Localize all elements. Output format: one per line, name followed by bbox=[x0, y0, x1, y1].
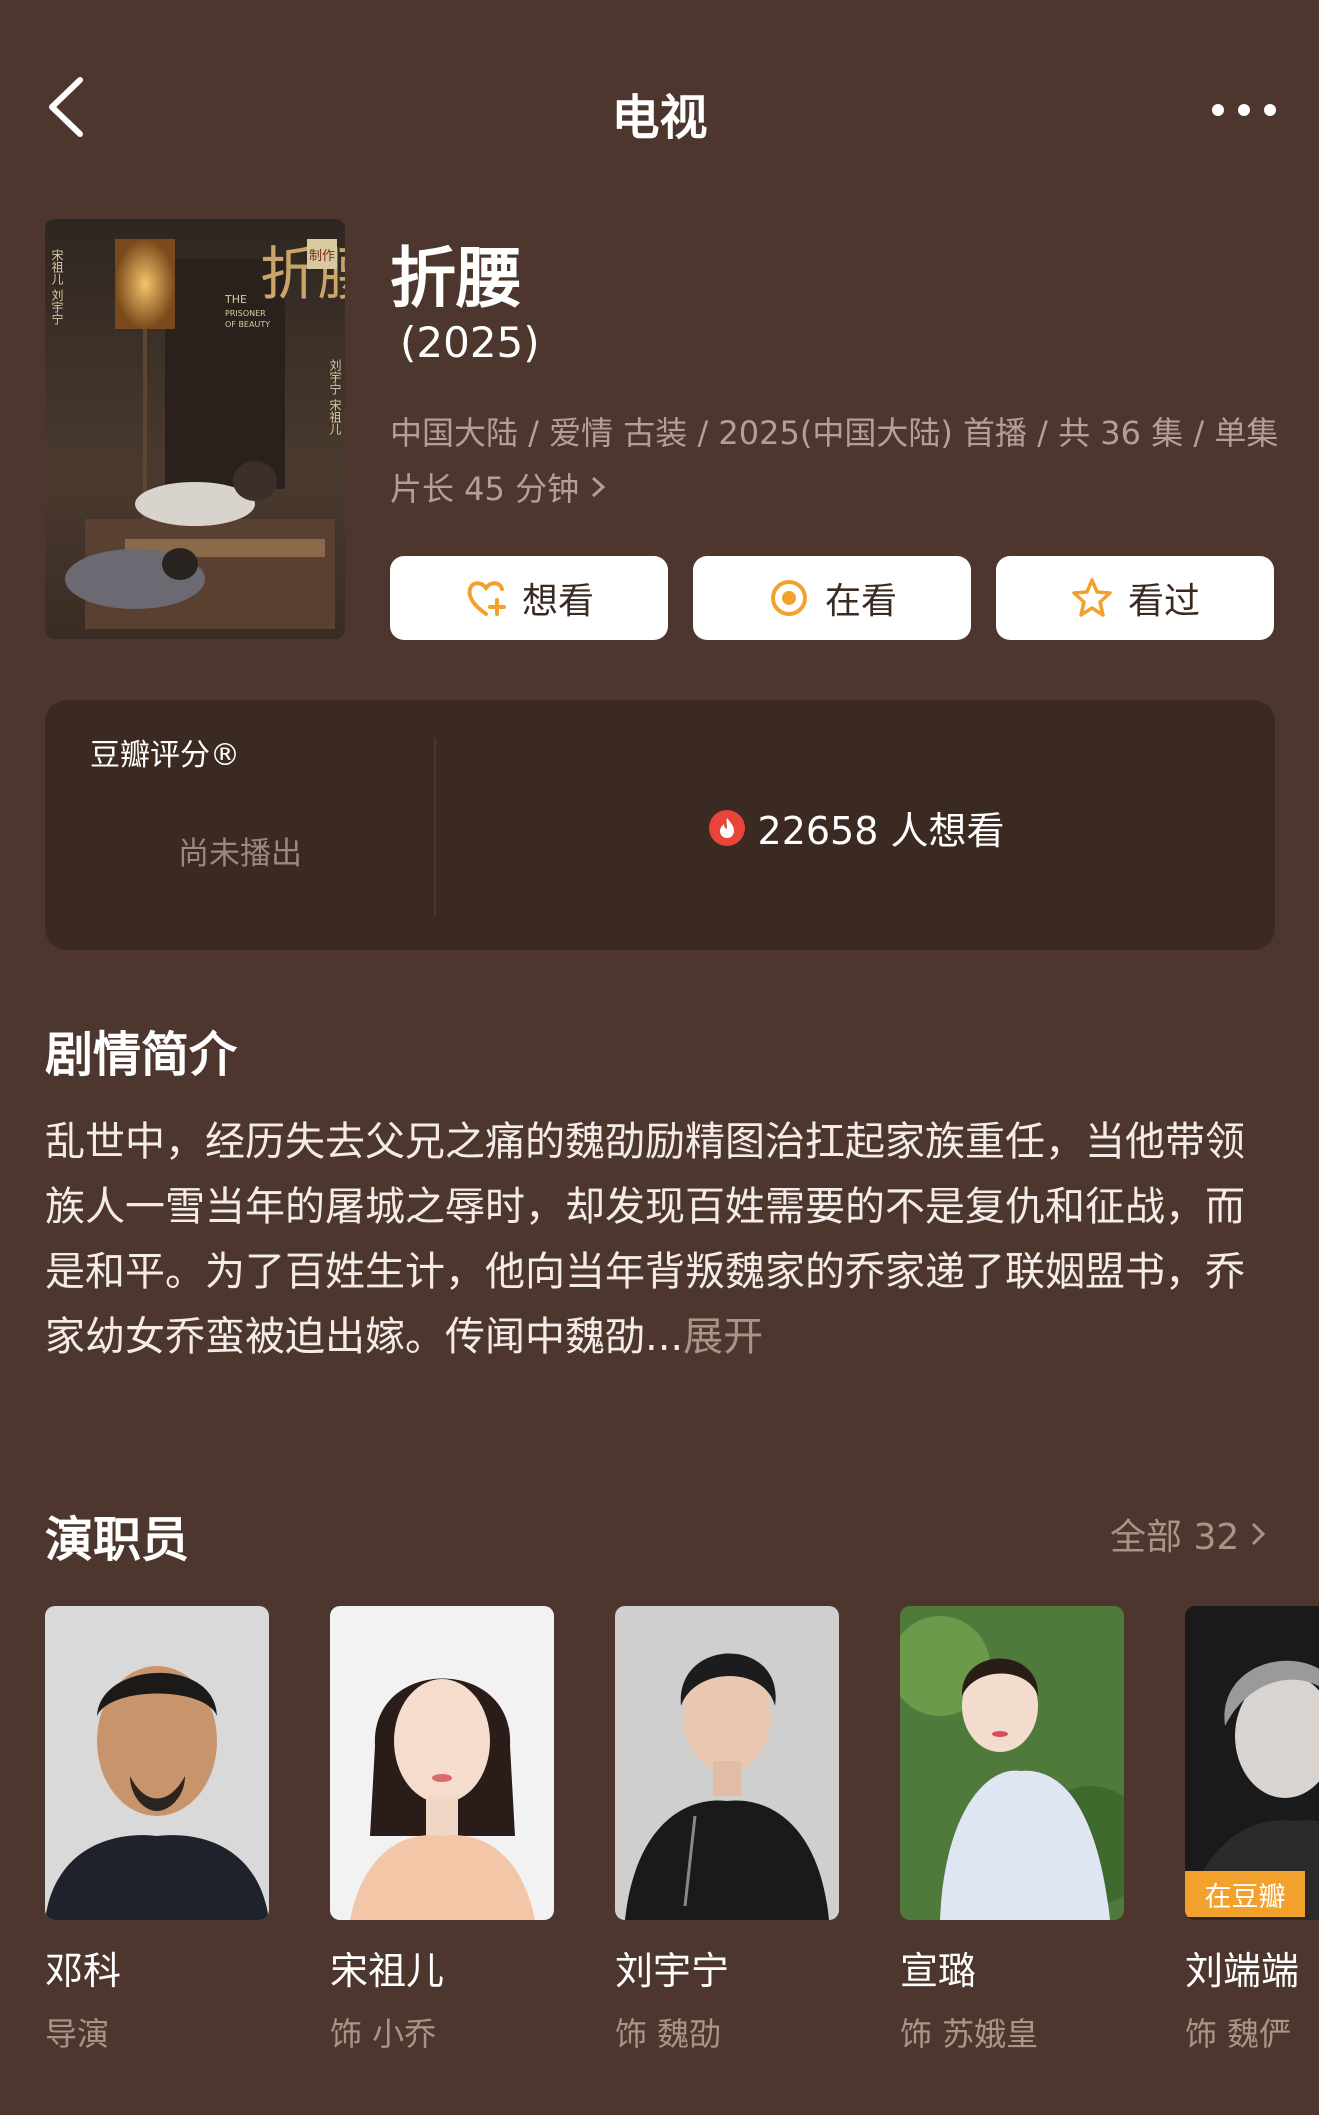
poster-en-2: PRISONER bbox=[225, 309, 266, 318]
poster-right-names: 刘宇宁 宋祖儿 bbox=[328, 359, 342, 436]
target-circle-icon bbox=[770, 580, 807, 616]
cast-card[interactable]: 宋祖儿 饰 小乔 bbox=[330, 1606, 554, 2055]
cast-photo bbox=[45, 1606, 269, 1920]
want-count-text: 22658 人想看 bbox=[757, 809, 1005, 853]
expand-link[interactable]: 展开 bbox=[683, 1314, 763, 1360]
cast-role: 饰 小乔 bbox=[330, 2015, 437, 2053]
cast-all-label: 全部 32 bbox=[1110, 1517, 1240, 1558]
cast-card[interactable]: 刘宇宁 饰 魏劭 bbox=[615, 1606, 839, 2055]
want-count: 22658 人想看 bbox=[436, 800, 1276, 855]
show-year: (2025) bbox=[400, 318, 540, 367]
watching-label: 在看 bbox=[824, 581, 897, 622]
cast-role: 饰 魏俨 bbox=[1185, 2015, 1292, 2053]
cast-role: 饰 魏劭 bbox=[615, 2015, 722, 2053]
cast-photo bbox=[330, 1606, 554, 1920]
cast-photo: 在豆瓣 bbox=[1185, 1606, 1319, 1920]
cast-name: 刘端端 bbox=[1185, 1949, 1300, 1993]
poster-en-1: THE bbox=[224, 293, 247, 306]
watched-label: 看过 bbox=[1127, 581, 1200, 622]
rating-status: 尚未播出 bbox=[178, 836, 302, 872]
show-meta-text: 中国大陆 / 爱情 古装 / 2025(中国大陆) 首播 / 共 36 集 / … bbox=[390, 414, 1279, 508]
cast-card[interactable]: 邓科 导演 bbox=[45, 1606, 269, 2055]
cast-all-link[interactable]: 全部 32 bbox=[1110, 1508, 1267, 1560]
synopsis-heading: 剧情简介 bbox=[45, 1027, 238, 1083]
synopsis-text[interactable]: 乱世中，经历失去父兄之痛的魏劭励精图治扛起家族重任，当他带领族人一雪当年的屠城之… bbox=[45, 1110, 1275, 1370]
cast-role: 饰 苏娥皇 bbox=[900, 2015, 1039, 2053]
cast-photo bbox=[615, 1606, 839, 1920]
cast-name: 宣璐 bbox=[900, 1949, 977, 1993]
poster-en-3: OF BEAUTY bbox=[225, 320, 270, 329]
on-douban-badge: 在豆瓣 bbox=[1185, 1871, 1305, 1917]
fire-icon bbox=[708, 809, 745, 846]
poster-left-names: 宋祖儿 刘宇宁 bbox=[50, 248, 64, 325]
watching-button[interactable]: 在看 bbox=[693, 556, 971, 640]
more-dots-icon bbox=[1212, 104, 1224, 116]
cast-role: 导演 bbox=[45, 2015, 110, 2053]
cast-name: 宋祖儿 bbox=[330, 1949, 445, 1993]
star-icon bbox=[1072, 578, 1112, 617]
cast-heading: 演职员 bbox=[45, 1512, 190, 1568]
want-label: 想看 bbox=[521, 581, 594, 622]
show-meta[interactable]: 中国大陆 / 爱情 古装 / 2025(中国大陆) 首播 / 共 36 集 / … bbox=[390, 405, 1280, 517]
rating-title: 豆瓣评分® bbox=[90, 738, 240, 773]
poster-image[interactable]: 折腰 制作 THE PRISONER OF BEAUTY 宋祖儿 刘宇宁 刘宇宁… bbox=[45, 219, 345, 639]
page-title: 电视 bbox=[611, 90, 708, 146]
cast-photo bbox=[900, 1606, 1124, 1920]
cast-name: 刘宇宁 bbox=[615, 1949, 730, 1993]
heart-plus-icon bbox=[467, 581, 506, 616]
want-button[interactable]: 想看 bbox=[390, 556, 668, 640]
chevron-right-icon bbox=[589, 461, 607, 517]
poster-art: 折腰 制作 THE PRISONER OF BEAUTY 宋祖儿 刘宇宁 刘宇宁… bbox=[45, 219, 345, 639]
synopsis-body: 乱世中，经历失去父兄之痛的魏劭励精图治扛起家族重任，当他带领族人一雪当年的屠城之… bbox=[45, 1119, 1245, 1360]
watched-button[interactable]: 看过 bbox=[996, 556, 1274, 640]
poster-seal: 制作 bbox=[309, 249, 335, 264]
chevron-right-icon bbox=[1252, 1522, 1266, 1546]
show-title: 折腰 bbox=[390, 240, 522, 317]
cast-name: 邓科 bbox=[45, 1949, 122, 1993]
more-button[interactable] bbox=[1194, 90, 1294, 130]
cast-card[interactable]: 在豆瓣 刘端端 饰 魏俨 bbox=[1185, 1606, 1319, 2055]
cast-card[interactable]: 宣璐 饰 苏娥皇 bbox=[900, 1606, 1124, 2055]
